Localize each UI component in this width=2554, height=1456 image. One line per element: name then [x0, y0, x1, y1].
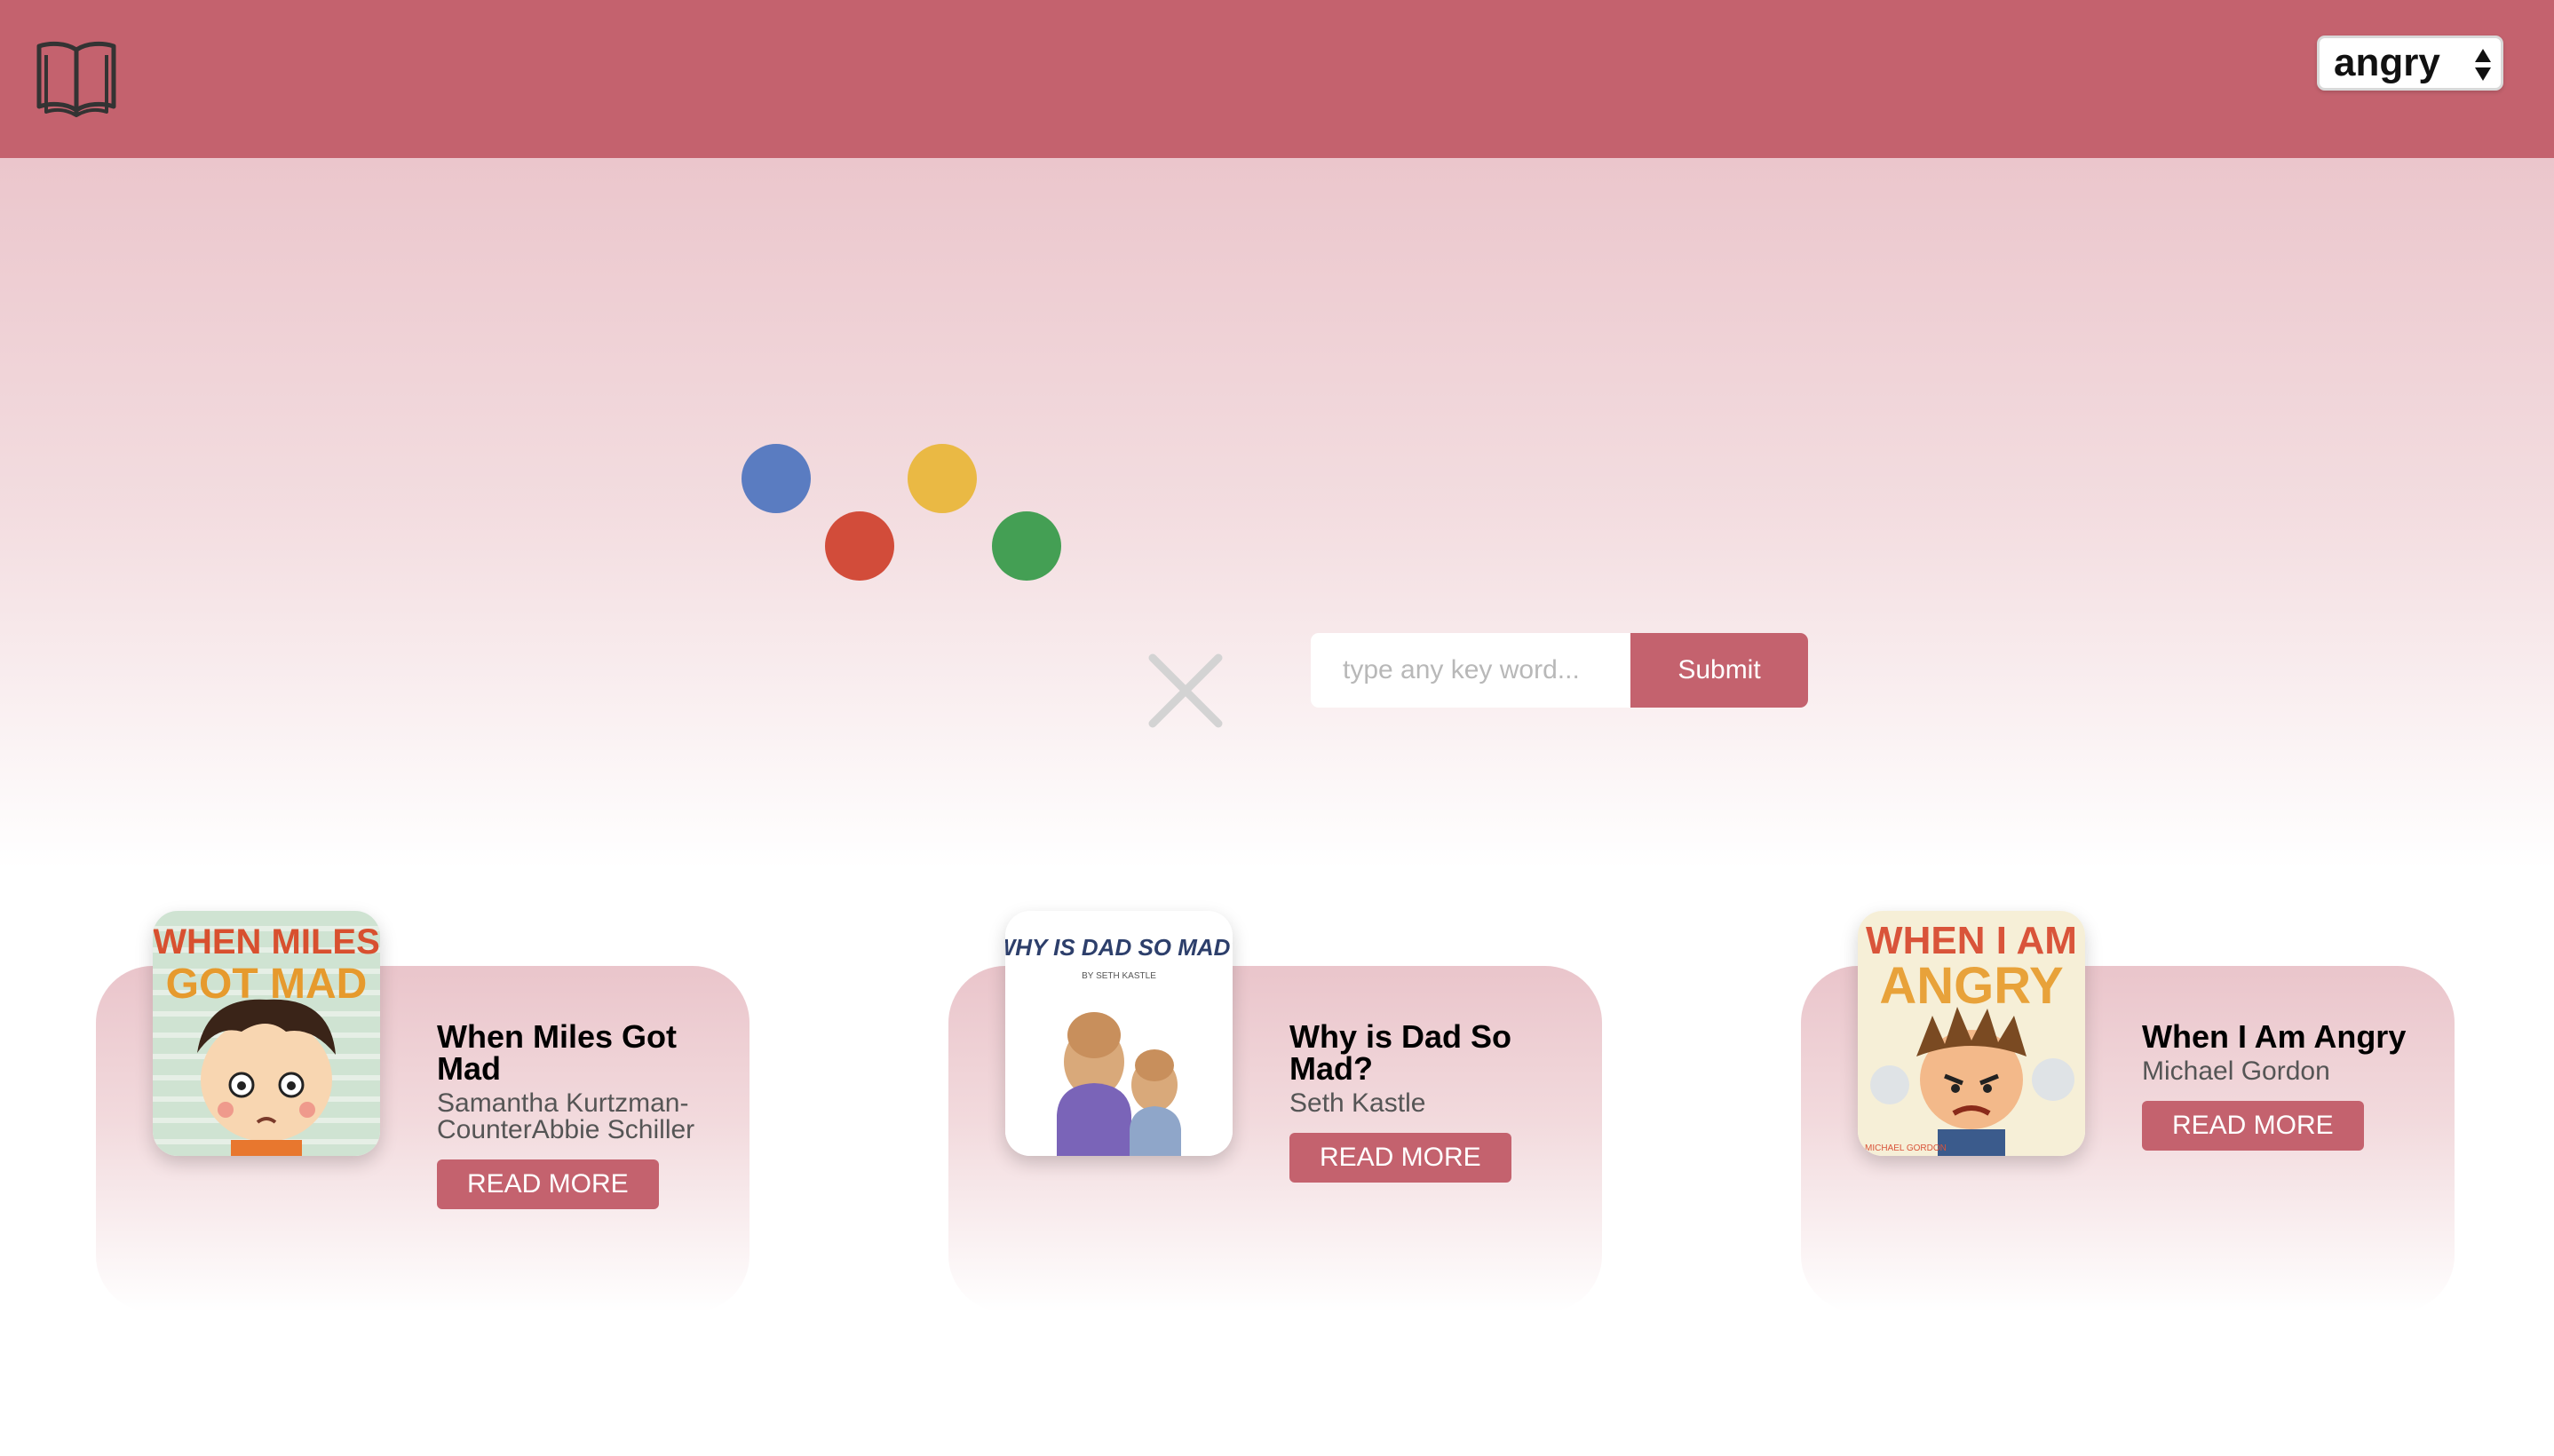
red-dot	[825, 511, 894, 581]
book-cover[interactable]: WHY IS DAD SO MAD? BY SETH KASTLE	[1005, 911, 1233, 1156]
svg-text:WHEN I AM: WHEN I AM	[1866, 919, 2077, 962]
blue-dot	[742, 444, 811, 513]
book-cover[interactable]: WHEN MILES GOT MAD	[153, 911, 380, 1156]
yellow-dot	[908, 444, 977, 513]
svg-text:BY SETH KASTLE: BY SETH KASTLE	[1082, 971, 1156, 981]
book-title: When Miles Got Mad	[437, 1018, 677, 1087]
hero-section: Submit	[0, 158, 2554, 868]
svg-text:WHEN MILES: WHEN MILES	[153, 922, 380, 961]
submit-button[interactable]: Submit	[1630, 633, 1808, 708]
close-icon[interactable]	[1146, 651, 1225, 731]
book-cover[interactable]: WHEN I AM ANGRY MICHAEL GORDON	[1858, 911, 2085, 1156]
book-card: WHEN I AM ANGRY MICHAEL GORDON When I Am…	[1801, 911, 2455, 1312]
color-dots	[0, 158, 2554, 868]
svg-text:ANGRY: ANGRY	[1879, 957, 2063, 1015]
read-more-button[interactable]: READ MORE	[2142, 1101, 2364, 1151]
book-card: WHY IS DAD SO MAD? BY SETH KASTLE Why is…	[948, 911, 1602, 1312]
svg-text:WHY IS DAD SO MAD?: WHY IS DAD SO MAD?	[1005, 934, 1233, 961]
search-input[interactable]	[1311, 633, 1630, 708]
book-info: When I Am Angry Michael Gordon READ MORE	[2142, 1021, 2435, 1151]
book-title: Why is Dad So Mad?	[1289, 1018, 1512, 1087]
svg-text:MICHAEL GORDON: MICHAEL GORDON	[1865, 1143, 1947, 1153]
open-book-icon[interactable]	[34, 36, 119, 121]
top-bar: angry	[0, 0, 2554, 158]
page: angry Submit	[0, 0, 2554, 1456]
up-down-arrows-icon	[2475, 49, 2491, 81]
book-title: When I Am Angry	[2142, 1018, 2407, 1055]
read-more-button[interactable]: READ MORE	[1289, 1133, 1511, 1183]
green-dot	[992, 511, 1061, 581]
mood-select-value: angry	[2334, 41, 2440, 84]
book-author: Samantha Kurtzman-CounterAbbie Schiller	[437, 1088, 695, 1144]
book-card: WHEN MILES GOT MAD When Miles Got Mad Sa…	[96, 911, 750, 1312]
book-author: Michael Gordon	[2142, 1056, 2330, 1086]
mood-select[interactable]: angry	[2317, 36, 2503, 91]
book-author: Seth Kastle	[1289, 1088, 1426, 1118]
book-info: When Miles Got Mad Samantha Kurtzman-Cou…	[437, 1021, 730, 1209]
read-more-button[interactable]: READ MORE	[437, 1159, 659, 1209]
book-info: Why is Dad So Mad? Seth Kastle READ MORE	[1289, 1021, 1582, 1183]
